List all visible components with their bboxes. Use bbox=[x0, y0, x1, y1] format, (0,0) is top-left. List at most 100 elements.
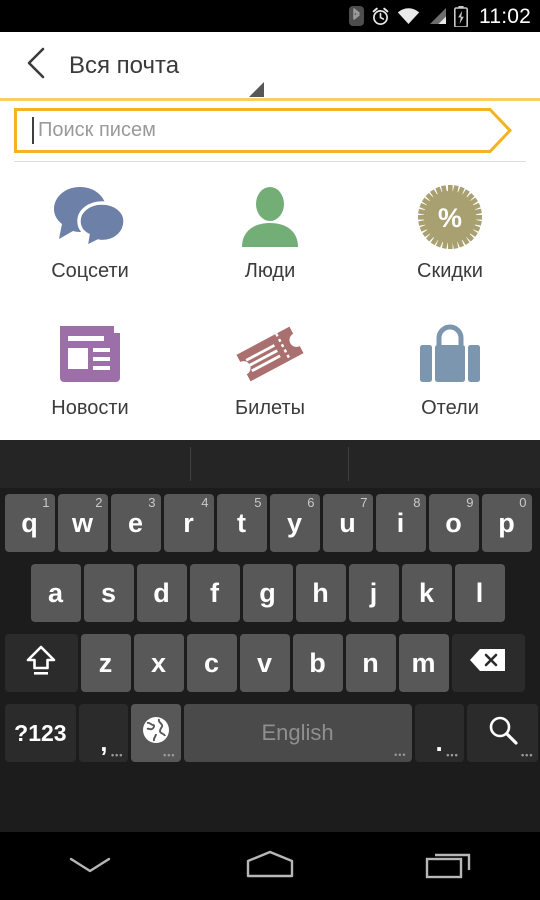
key-label: a bbox=[47, 577, 64, 608]
key-g[interactable]: g bbox=[242, 564, 293, 622]
key-i[interactable]: 8i bbox=[375, 494, 426, 552]
key-hint: 0 bbox=[519, 495, 527, 510]
key-u[interactable]: 7u bbox=[322, 494, 373, 552]
category-skidki[interactable]: % Скидки bbox=[360, 170, 540, 307]
language-switch-key[interactable]: ••• bbox=[131, 704, 181, 762]
key-hint: 4 bbox=[201, 495, 209, 510]
key-s[interactable]: s bbox=[83, 564, 134, 622]
backspace-key[interactable] bbox=[451, 634, 525, 692]
category-label: Новости bbox=[51, 397, 129, 419]
category-socseti[interactable]: Соцсети bbox=[0, 170, 180, 307]
home-button[interactable] bbox=[180, 832, 360, 900]
key-q[interactable]: 1q bbox=[4, 494, 55, 552]
back-button[interactable] bbox=[8, 38, 64, 94]
long-press-dots: ••• bbox=[163, 750, 176, 760]
suggestion-divider bbox=[348, 447, 349, 481]
key-j[interactable]: j bbox=[348, 564, 399, 622]
home-icon bbox=[242, 848, 298, 885]
suggestion-divider bbox=[190, 447, 191, 481]
long-press-dots: ••• bbox=[394, 750, 407, 760]
category-row-1: Соцсети Люди % Скидки bbox=[0, 170, 540, 307]
key-e[interactable]: 3e bbox=[110, 494, 161, 552]
key-hint: 7 bbox=[360, 495, 368, 510]
key-w[interactable]: 2w bbox=[57, 494, 108, 552]
key-n[interactable]: n bbox=[345, 634, 396, 692]
key-t[interactable]: 5t bbox=[216, 494, 267, 552]
key-o[interactable]: 9o bbox=[428, 494, 479, 552]
page-title: Вся почта bbox=[69, 51, 180, 79]
keyboard-row-2: a s d f g h j k l bbox=[0, 558, 540, 628]
suggestion-strip[interactable] bbox=[0, 440, 540, 488]
key-v[interactable]: v bbox=[239, 634, 290, 692]
key-label: h bbox=[312, 577, 329, 608]
category-lyudi[interactable]: Люди bbox=[180, 170, 360, 307]
recents-button[interactable] bbox=[360, 832, 540, 900]
category-label: Билеты bbox=[235, 397, 305, 419]
key-label: p bbox=[498, 507, 515, 538]
key-label: o bbox=[445, 507, 462, 538]
category-novosti[interactable]: Новости bbox=[0, 307, 180, 444]
shift-icon bbox=[23, 642, 59, 685]
category-label: Отели bbox=[421, 397, 479, 419]
key-a[interactable]: a bbox=[30, 564, 81, 622]
bluetooth-icon bbox=[349, 6, 364, 26]
space-key[interactable]: English ••• bbox=[183, 704, 412, 762]
key-label: v bbox=[256, 647, 273, 678]
period-key[interactable]: . ••• bbox=[414, 704, 464, 762]
key-b[interactable]: b bbox=[292, 634, 343, 692]
status-time: 11:02 bbox=[479, 4, 531, 28]
key-hint: 5 bbox=[254, 495, 262, 510]
category-label: Скидки bbox=[417, 260, 483, 282]
person-icon bbox=[238, 180, 302, 254]
status-bar: 11:02 bbox=[0, 0, 540, 32]
symbols-key[interactable]: ?123 bbox=[4, 704, 77, 762]
key-label: f bbox=[210, 577, 219, 608]
key-label: . bbox=[435, 726, 443, 757]
key-h[interactable]: h bbox=[295, 564, 346, 622]
key-d[interactable]: d bbox=[136, 564, 187, 622]
key-m[interactable]: m bbox=[398, 634, 449, 692]
key-label: d bbox=[153, 577, 170, 608]
suitcase-icon bbox=[417, 317, 483, 391]
search-bar: Поиск писем bbox=[0, 101, 540, 159]
key-label: g bbox=[259, 577, 276, 608]
key-f[interactable]: f bbox=[189, 564, 240, 622]
shift-key[interactable] bbox=[4, 634, 78, 692]
newspaper-icon bbox=[57, 317, 123, 391]
category-grid: Соцсети Люди % Скидки Новости Билеты Оте… bbox=[0, 170, 540, 440]
key-z[interactable]: z bbox=[80, 634, 131, 692]
key-l[interactable]: l bbox=[454, 564, 505, 622]
key-hint: 3 bbox=[148, 495, 156, 510]
key-label: q bbox=[21, 507, 38, 538]
key-k[interactable]: k bbox=[401, 564, 452, 622]
key-label: i bbox=[396, 507, 405, 538]
key-label: c bbox=[203, 647, 220, 678]
text-caret bbox=[32, 117, 34, 144]
category-label: Соцсети bbox=[51, 260, 129, 282]
category-bilety[interactable]: Билеты bbox=[180, 307, 360, 444]
key-label: m bbox=[411, 647, 436, 678]
category-label: Люди bbox=[244, 260, 296, 282]
long-press-dots: ••• bbox=[110, 750, 124, 760]
hide-keyboard-button[interactable] bbox=[0, 832, 180, 900]
key-x[interactable]: x bbox=[133, 634, 184, 692]
key-hint: 1 bbox=[42, 495, 50, 510]
comma-key[interactable]: , ••• bbox=[79, 704, 129, 762]
key-y[interactable]: 6y bbox=[269, 494, 320, 552]
key-c[interactable]: c bbox=[186, 634, 237, 692]
search-input[interactable]: Поиск писем bbox=[14, 108, 512, 153]
key-label: r bbox=[183, 507, 194, 538]
key-hint: 2 bbox=[95, 495, 103, 510]
search-key[interactable]: ••• bbox=[466, 704, 539, 762]
long-press-dots: ••• bbox=[446, 750, 459, 760]
key-r[interactable]: 4r bbox=[163, 494, 214, 552]
category-oteli[interactable]: Отели bbox=[360, 307, 540, 444]
key-label: s bbox=[100, 577, 117, 608]
search-icon bbox=[487, 714, 519, 753]
key-label: ?123 bbox=[14, 719, 67, 746]
battery-charging-icon bbox=[454, 5, 468, 27]
action-bar: Вся почта bbox=[0, 32, 540, 99]
keyboard-row-4: ?123 , ••• ••• English ••• . ••• ••• bbox=[0, 698, 540, 768]
key-label: , bbox=[100, 726, 108, 757]
key-p[interactable]: 0p bbox=[481, 494, 532, 552]
